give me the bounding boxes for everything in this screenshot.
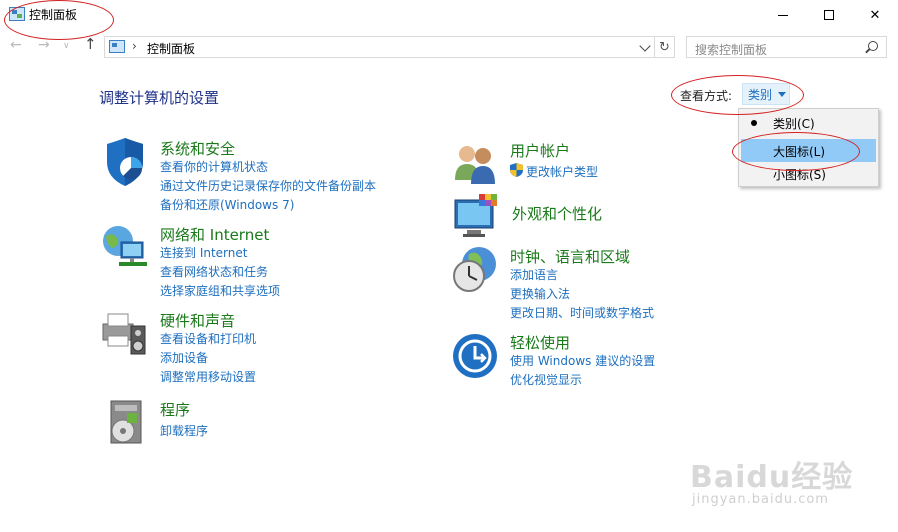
category-title[interactable]: 程序 bbox=[160, 399, 190, 420]
address-bar[interactable]: › 控制面板 bbox=[104, 36, 655, 58]
up-arrow-icon[interactable]: ↑ bbox=[84, 35, 97, 53]
appearance-monitor-icon bbox=[454, 194, 497, 237]
search-placeholder: 搜索控制面板 bbox=[695, 43, 768, 57]
link-mobility-settings[interactable]: 调整常用移动设置 bbox=[160, 368, 256, 385]
link-uninstall-program[interactable]: 卸载程序 bbox=[160, 422, 208, 439]
category-title[interactable]: 硬件和声音 bbox=[160, 310, 235, 331]
users-icon bbox=[455, 146, 495, 184]
link-windows-recommended[interactable]: 使用 Windows 建议的设置 bbox=[510, 352, 655, 369]
programs-box-icon bbox=[110, 400, 142, 444]
category-title[interactable]: 网络和 Internet bbox=[160, 224, 269, 245]
link-connect-internet[interactable]: 连接到 Internet bbox=[160, 244, 247, 261]
close-button[interactable]: ✕ bbox=[852, 0, 898, 30]
annotation-ellipse-title bbox=[4, 0, 114, 40]
breadcrumb-separator-icon[interactable]: › bbox=[132, 39, 137, 53]
maximize-button[interactable] bbox=[806, 0, 852, 30]
menu-item-category[interactable]: 类别(C) bbox=[741, 111, 876, 134]
clock-globe-icon bbox=[453, 247, 496, 292]
control-panel-icon bbox=[109, 40, 125, 53]
back-arrow-icon[interactable]: ← bbox=[10, 37, 22, 53]
baidu-watermark: Baidu经验 jingyan.baidu.com bbox=[690, 440, 870, 520]
selected-bullet-icon bbox=[751, 120, 757, 126]
link-add-device[interactable]: 添加设备 bbox=[160, 349, 208, 366]
printer-speaker-icon bbox=[102, 313, 146, 355]
navigation-bar: ← → ∨ ↑ › 控制面板 ↻ 搜索控制面板 bbox=[0, 33, 898, 61]
link-change-input-method[interactable]: 更换输入法 bbox=[510, 285, 570, 302]
category-title[interactable]: 轻松使用 bbox=[510, 332, 570, 353]
annotation-ellipse-view-by bbox=[671, 75, 804, 115]
category-title[interactable]: 系统和安全 bbox=[160, 138, 235, 159]
search-icon[interactable] bbox=[868, 41, 878, 51]
minimize-button[interactable] bbox=[760, 0, 806, 30]
link-change-date-format[interactable]: 更改日期、时间或数字格式 bbox=[510, 304, 654, 321]
watermark-logo-text: Baidu经验 bbox=[690, 460, 854, 495]
link-homegroup-sharing[interactable]: 选择家庭组和共享选项 bbox=[160, 282, 280, 299]
link-network-status[interactable]: 查看网络状态和任务 bbox=[160, 263, 268, 280]
title-bar: 控制面板 ✕ bbox=[0, 0, 898, 30]
category-title[interactable]: 时钟、语言和区域 bbox=[510, 246, 630, 267]
annotation-ellipse-large-icons bbox=[732, 132, 860, 171]
recent-locations-chevron-icon[interactable]: ∨ bbox=[63, 41, 70, 51]
menu-item-label: 类别(C) bbox=[773, 117, 815, 131]
search-input[interactable]: 搜索控制面板 bbox=[686, 36, 887, 58]
category-title[interactable]: 用户帐户 bbox=[510, 140, 570, 161]
chevron-down-icon[interactable] bbox=[639, 40, 651, 52]
link-change-account-type[interactable]: 更改帐户类型 bbox=[526, 163, 598, 180]
shield-icon bbox=[107, 138, 143, 186]
category-title[interactable]: 外观和个性化 bbox=[512, 203, 602, 224]
link-file-history[interactable]: 通过文件历史记录保存你的文件备份副本 bbox=[160, 177, 376, 194]
minimize-icon bbox=[778, 14, 788, 16]
link-devices-printers[interactable]: 查看设备和打印机 bbox=[160, 330, 256, 347]
uac-shield-icon bbox=[510, 163, 523, 177]
network-globe-icon bbox=[103, 226, 147, 266]
link-optimize-display[interactable]: 优化视觉显示 bbox=[510, 371, 582, 388]
refresh-button[interactable]: ↻ bbox=[655, 36, 675, 58]
link-view-computer-status[interactable]: 查看你的计算机状态 bbox=[160, 158, 268, 175]
link-backup-restore[interactable]: 备份和还原(Windows 7) bbox=[160, 196, 294, 213]
ease-of-access-icon bbox=[453, 334, 497, 378]
watermark-url: jingyan.baidu.com bbox=[692, 492, 829, 507]
breadcrumb-control-panel[interactable]: 控制面板 bbox=[147, 40, 195, 57]
link-add-language[interactable]: 添加语言 bbox=[510, 266, 558, 283]
page-title: 调整计算机的设置 bbox=[99, 89, 220, 107]
maximize-icon bbox=[824, 10, 834, 20]
